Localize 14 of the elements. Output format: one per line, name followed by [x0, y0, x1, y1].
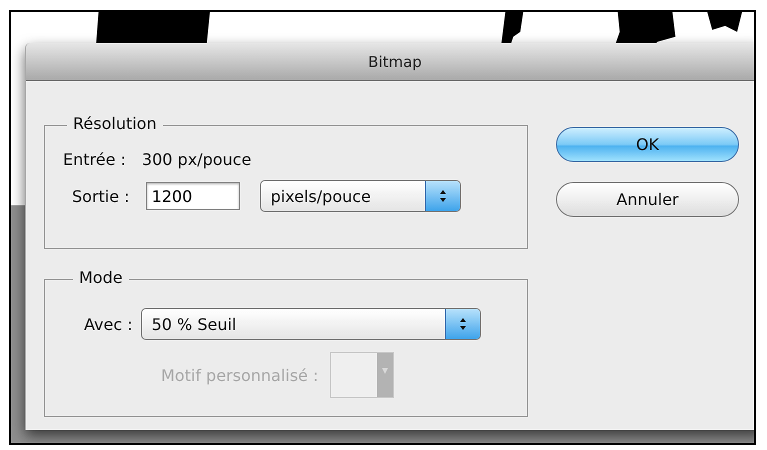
caret-icon [377, 353, 394, 397]
window-title: Bitmap [368, 52, 422, 70]
cancel-button[interactable]: Annuler [556, 182, 739, 217]
output-label: Sortie : [72, 186, 130, 206]
input-label: Entrée : [63, 150, 126, 169]
stepper-arrows-icon [424, 181, 460, 211]
ok-button[interactable]: OK [556, 127, 739, 162]
output-resolution-field[interactable]: 1200 [146, 182, 240, 210]
unit-dropdown[interactable]: pixels/pouce [260, 180, 461, 212]
input-resolution-value: 300 px/pouce [142, 150, 252, 169]
stepper-arrows-icon [444, 309, 480, 339]
method-label: Avec : [84, 314, 133, 334]
method-dropdown[interactable]: 50 % Seuil [140, 308, 481, 340]
pattern-label: Motif personnalisé : [161, 366, 318, 384]
